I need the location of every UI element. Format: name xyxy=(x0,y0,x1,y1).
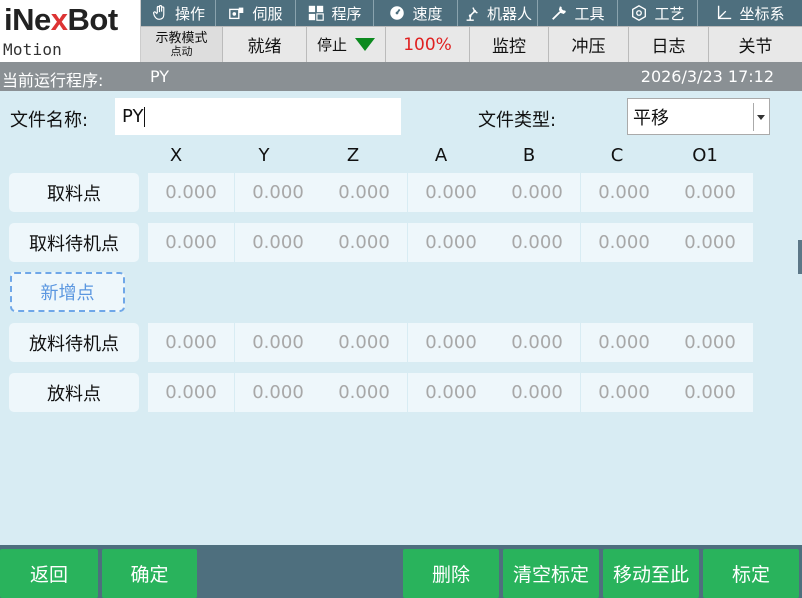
point-place-standby-button[interactable]: 放料待机点 xyxy=(9,323,139,362)
teach-mode-button[interactable]: 示教模式 点动 xyxy=(141,26,223,62)
stop-triangle-icon xyxy=(355,38,375,51)
point-value-cell[interactable]: 0.000 xyxy=(581,373,667,412)
menu-operate[interactable]: 操作 xyxy=(141,0,216,26)
point-value-cell[interactable]: 0.000 xyxy=(494,173,580,212)
robot-arm-icon xyxy=(466,7,478,21)
move-to-button[interactable]: 移动至此 xyxy=(603,549,699,598)
point-value-cell[interactable]: 0.000 xyxy=(321,223,407,262)
side-scroll-handle[interactable] xyxy=(798,240,802,274)
point-value-cell[interactable]: 0.000 xyxy=(667,323,753,362)
logo: iNexBot Motion Control xyxy=(0,0,141,78)
point-value-cell[interactable]: 0.000 xyxy=(148,373,234,412)
current-program-label: 当前运行程序: xyxy=(2,71,104,90)
top-menu: 操作 伺服 程序 速度 机器人 工具 工艺 坐标系 xyxy=(141,0,802,26)
menu-speed[interactable]: 速度 xyxy=(374,0,458,26)
point-value-cell[interactable]: 0.000 xyxy=(235,173,321,212)
column-header-a: A xyxy=(434,145,448,166)
dropdown-arrow-icon[interactable] xyxy=(753,103,767,131)
column-header-y: Y xyxy=(258,145,270,166)
point-value-cell[interactable]: 0.000 xyxy=(235,373,321,412)
coordinate-icon xyxy=(718,5,732,20)
point-value-cell[interactable]: 0.000 xyxy=(321,323,407,362)
point-pick-standby-button[interactable]: 取料待机点 xyxy=(9,223,139,262)
column-header-c: C xyxy=(610,145,624,166)
point-value-cell[interactable]: 0.000 xyxy=(667,223,753,262)
point-place-button[interactable]: 放料点 xyxy=(9,373,139,412)
point-value-cell[interactable]: 0.000 xyxy=(148,173,234,212)
column-header-o1: O1 xyxy=(692,145,718,166)
servo-icon xyxy=(229,7,244,20)
column-header-z: Z xyxy=(346,145,360,166)
file-name-input[interactable]: PY xyxy=(115,98,401,135)
menu-servo[interactable]: 伺服 xyxy=(216,0,296,26)
file-name-label: 文件名称: xyxy=(10,110,89,131)
delete-button[interactable]: 删除 xyxy=(403,549,499,598)
point-value-cell[interactable]: 0.000 xyxy=(408,223,494,262)
point-value-cell[interactable]: 0.000 xyxy=(148,223,234,262)
text-caret xyxy=(144,106,146,127)
hand-icon xyxy=(153,5,165,20)
menu-robot[interactable]: 机器人 xyxy=(458,0,538,26)
point-value-cell[interactable]: 0.000 xyxy=(581,323,667,362)
point-value-cell[interactable]: 0.000 xyxy=(494,373,580,412)
add-point-button[interactable]: 新增点 xyxy=(10,272,125,312)
point-value-cell[interactable]: 0.000 xyxy=(321,373,407,412)
confirm-button[interactable]: 确定 xyxy=(102,549,197,598)
point-value-cell[interactable]: 0.000 xyxy=(581,223,667,262)
point-value-cell[interactable]: 0.000 xyxy=(408,323,494,362)
clear-calibration-button[interactable]: 清空标定 xyxy=(503,549,599,598)
monitor-button[interactable]: 监控 xyxy=(470,26,549,62)
point-pick-button[interactable]: 取料点 xyxy=(9,173,139,212)
file-type-label: 文件类型: xyxy=(478,110,557,131)
menu-tools[interactable]: 工具 xyxy=(538,0,618,26)
back-button[interactable]: 返回 xyxy=(0,549,98,598)
point-value-cell[interactable]: 0.000 xyxy=(235,323,321,362)
point-value-cell[interactable]: 0.000 xyxy=(494,323,580,362)
menu-program[interactable]: 程序 xyxy=(296,0,374,26)
speedometer-icon xyxy=(390,6,405,20)
point-value-cell[interactable]: 0.000 xyxy=(321,173,407,212)
punch-button[interactable]: 冲压 xyxy=(549,26,629,62)
menu-coordinate[interactable]: 坐标系 xyxy=(698,0,802,26)
process-icon xyxy=(632,5,647,21)
speed-button[interactable]: 100% xyxy=(386,26,470,62)
point-value-cell[interactable]: 0.000 xyxy=(581,173,667,212)
status-toolbar: 示教模式 点动 就绪 停止 100% 监控 冲压 日志 关节 xyxy=(141,26,802,62)
column-header-x: X xyxy=(169,145,183,166)
calibrate-button[interactable]: 标定 xyxy=(703,549,799,598)
log-button[interactable]: 日志 xyxy=(629,26,709,62)
point-value-cell[interactable]: 0.000 xyxy=(235,223,321,262)
point-value-cell[interactable]: 0.000 xyxy=(408,373,494,412)
file-type-select[interactable]: 平移 xyxy=(627,98,770,135)
point-value-cell[interactable]: 0.000 xyxy=(408,173,494,212)
program-grid-icon xyxy=(309,5,325,21)
point-value-cell[interactable]: 0.000 xyxy=(148,323,234,362)
point-value-cell[interactable]: 0.000 xyxy=(494,223,580,262)
ready-state-button[interactable]: 就绪 xyxy=(223,26,307,62)
brand-text: iNexBot xyxy=(4,2,118,37)
point-value-cell[interactable]: 0.000 xyxy=(667,373,753,412)
wrench-icon xyxy=(552,6,567,20)
joint-mode-button[interactable]: 关节 xyxy=(709,26,802,62)
stop-button[interactable]: 停止 xyxy=(307,26,386,62)
point-value-cell[interactable]: 0.000 xyxy=(667,173,753,212)
datetime: 2026/3/23 17:12 xyxy=(640,67,774,86)
status-bar: 当前运行程序: PY 2026/3/23 17:12 xyxy=(0,62,802,91)
current-program-name: PY xyxy=(150,67,170,86)
column-header-b: B xyxy=(522,145,536,166)
menu-process[interactable]: 工艺 xyxy=(618,0,698,26)
